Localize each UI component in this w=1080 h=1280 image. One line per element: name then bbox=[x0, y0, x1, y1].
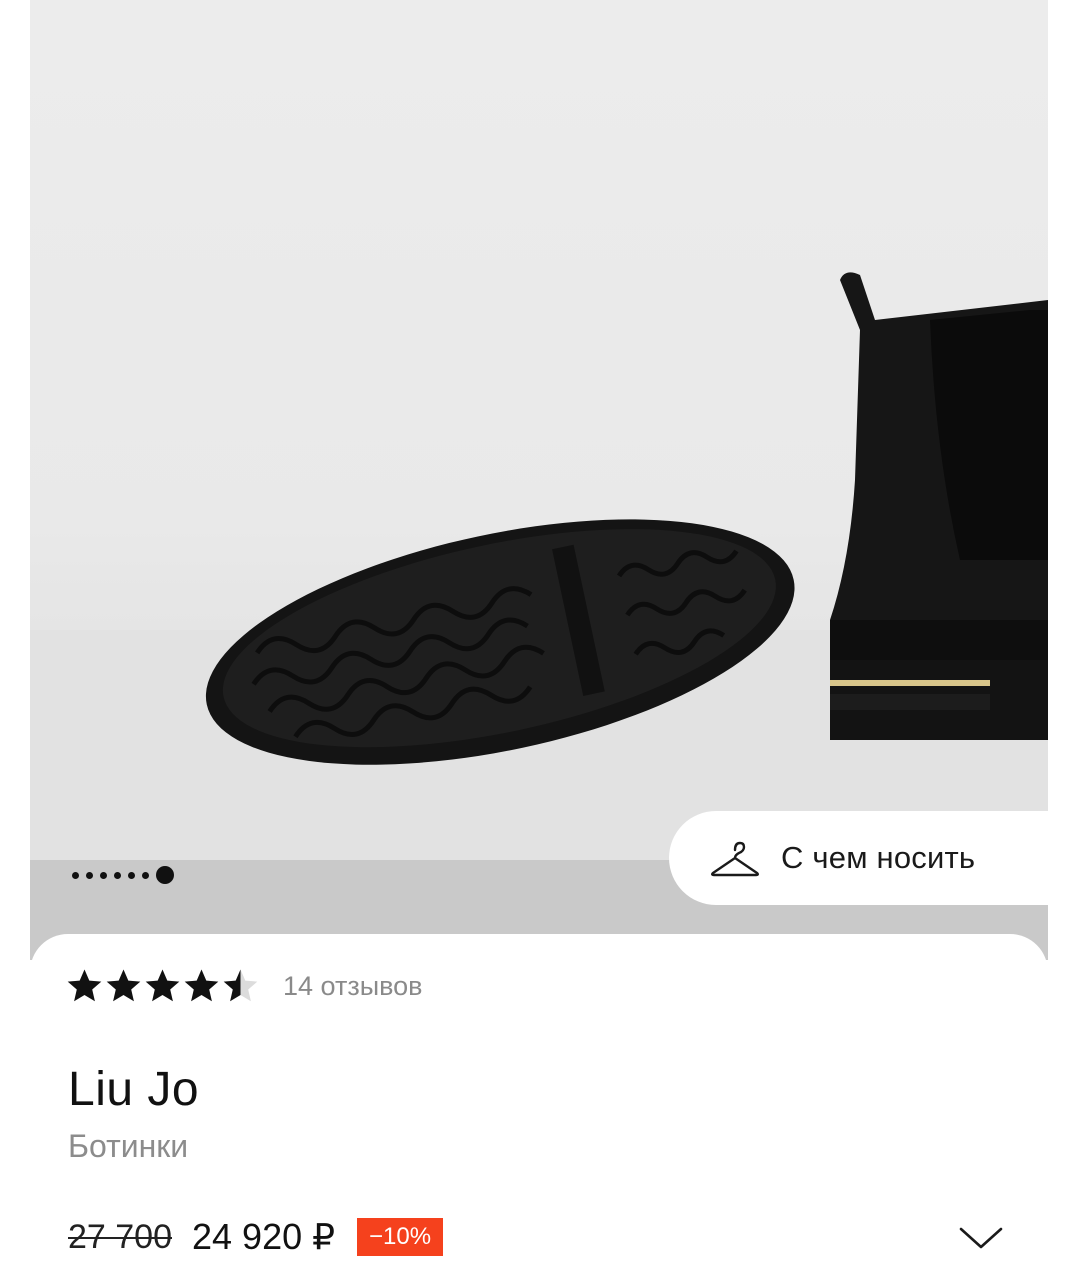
reviews-count[interactable]: 14 отзывов bbox=[283, 971, 423, 1002]
discount-badge: −10% bbox=[357, 1218, 444, 1256]
star-icon bbox=[145, 969, 180, 1002]
wear-with-button[interactable]: С чем носить bbox=[669, 811, 1069, 905]
product-info-card: 14 отзывов Liu Jo Ботинки 27 700 24 920 … bbox=[30, 934, 1048, 1280]
gallery-dot[interactable] bbox=[114, 871, 121, 879]
product-category: Ботинки bbox=[68, 1128, 189, 1164]
product-brand[interactable]: Liu Jo bbox=[68, 1062, 199, 1117]
star-icon bbox=[223, 969, 258, 1002]
star-icon bbox=[106, 969, 141, 1002]
gallery-dot[interactable] bbox=[142, 871, 149, 879]
star-icon bbox=[67, 969, 102, 1002]
old-price: 27 700 bbox=[68, 1217, 172, 1256]
current-price: 24 920 ₽ bbox=[192, 1216, 336, 1257]
rating-stars bbox=[66, 968, 259, 1004]
star-icon bbox=[184, 969, 219, 1002]
gallery-dot[interactable] bbox=[128, 871, 135, 879]
rating[interactable]: 14 отзывов bbox=[66, 968, 423, 1004]
gallery-dot-active[interactable] bbox=[156, 866, 174, 884]
gallery-pagination[interactable] bbox=[72, 866, 174, 884]
wear-with-label: С чем носить bbox=[781, 840, 976, 875]
price-row: 27 700 24 920 ₽ −10% bbox=[68, 1216, 444, 1258]
gallery-dot[interactable] bbox=[86, 871, 93, 879]
hanger-icon bbox=[711, 841, 759, 877]
chevron-down-icon[interactable] bbox=[958, 1224, 1004, 1252]
product-page: С чем носить 14 отзывов Liu Jo Ботинки 2… bbox=[0, 0, 1080, 1280]
gallery-dot[interactable] bbox=[72, 871, 79, 879]
gallery-dot[interactable] bbox=[100, 871, 107, 879]
